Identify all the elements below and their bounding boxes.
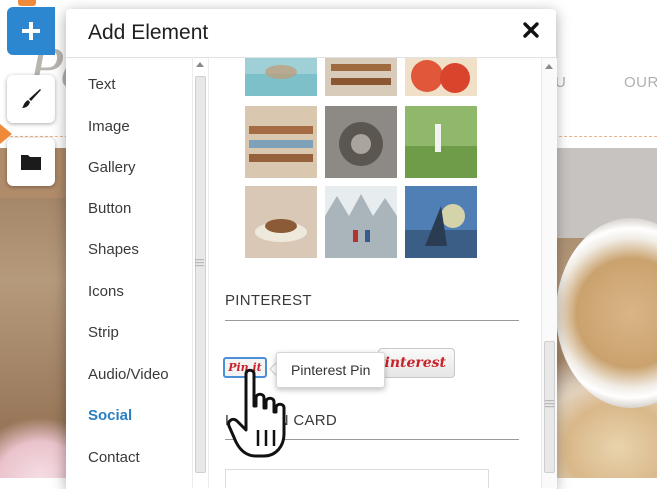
scroll-up-arrow-icon[interactable] xyxy=(545,64,553,69)
category-social[interactable]: Social xyxy=(88,407,132,424)
paintbrush-icon xyxy=(22,89,41,108)
gallery-thumbnail[interactable] xyxy=(245,186,317,258)
gallery-thumbnail[interactable] xyxy=(405,106,477,178)
pinterest-section-heading: PINTEREST xyxy=(225,292,312,309)
category-button[interactable]: Button xyxy=(88,200,131,217)
gallery-thumbnail[interactable] xyxy=(325,106,397,178)
design-button[interactable] xyxy=(7,75,55,123)
add-element-button[interactable] xyxy=(7,7,55,55)
section-divider xyxy=(225,320,519,321)
plus-icon xyxy=(22,22,40,40)
hand-cursor-icon xyxy=(227,368,286,458)
category-contact[interactable]: Contact xyxy=(88,449,140,466)
gallery-thumbnail[interactable] xyxy=(325,186,397,258)
linkedin-card-preview[interactable] xyxy=(225,469,489,488)
files-button[interactable] xyxy=(7,138,55,186)
scroll-up-arrow-icon[interactable] xyxy=(196,62,204,67)
gallery-thumbnail[interactable] xyxy=(405,186,477,258)
scrollbar-grip-icon: — — — xyxy=(195,254,204,270)
category-audio-video[interactable]: Audio/Video xyxy=(88,366,169,383)
folder-icon xyxy=(21,155,41,170)
pinterest-follow-button[interactable]: Pinterest xyxy=(374,348,455,378)
close-button[interactable] xyxy=(522,21,544,43)
gallery-thumbnail[interactable] xyxy=(325,58,397,96)
content-scrollbar[interactable]: — — — xyxy=(541,58,557,488)
category-gallery[interactable]: Gallery xyxy=(88,159,136,176)
panel-title: Add Element xyxy=(88,21,209,44)
category-text[interactable]: Text xyxy=(88,76,116,93)
category-shapes[interactable]: Shapes xyxy=(88,241,139,258)
category-list: Text Image Gallery Button Shapes Icons S… xyxy=(66,58,192,488)
category-image[interactable]: Image xyxy=(88,118,130,135)
add-element-panel: Add Element Text Image Gallery Button Sh… xyxy=(66,9,557,489)
gallery-thumbnail[interactable] xyxy=(405,58,477,96)
gallery-thumbnail[interactable] xyxy=(245,58,317,96)
close-icon xyxy=(523,22,539,38)
category-icons[interactable]: Icons xyxy=(88,283,124,300)
scrollbar-grip-icon: — — — xyxy=(545,395,554,411)
gallery-thumbnail[interactable] xyxy=(245,106,317,178)
section-marker-tab xyxy=(18,0,36,6)
panel-header: Add Element xyxy=(66,9,556,57)
scrollbar-thumb[interactable] xyxy=(195,76,206,473)
category-scrollbar[interactable]: — — — xyxy=(192,58,209,488)
category-strip[interactable]: Strip xyxy=(88,324,119,341)
website-nav-item[interactable]: OUR xyxy=(624,74,657,91)
